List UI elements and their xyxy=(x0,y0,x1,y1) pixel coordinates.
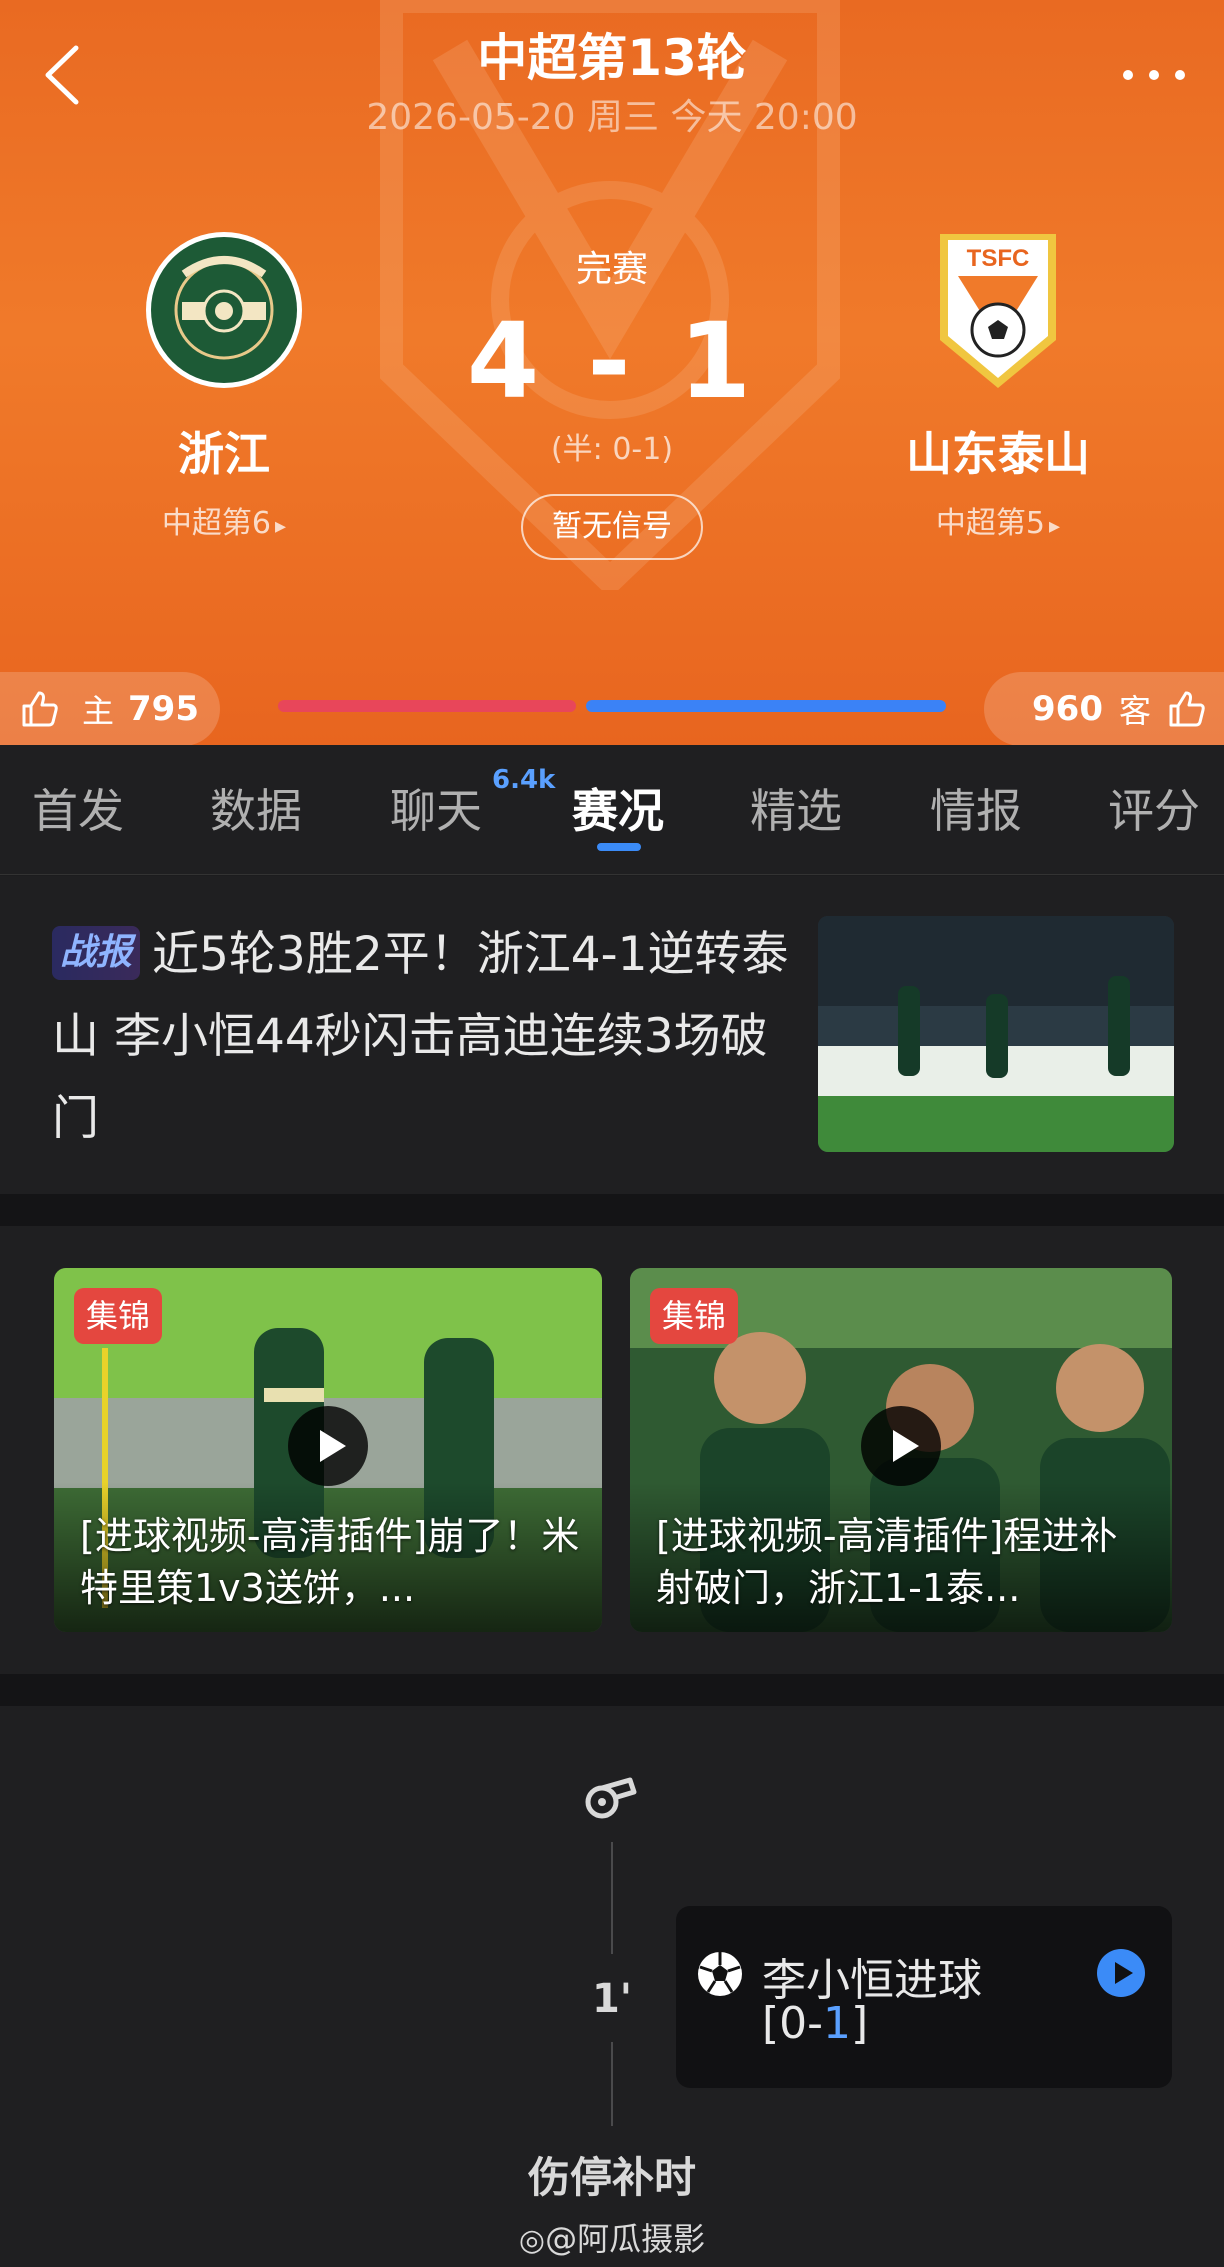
video-card[interactable]: 集锦 [进球视频-高清插件]崩了！米特里策1v3送饼，... xyxy=(54,1268,602,1632)
weibo-icon: ◎ xyxy=(518,2223,546,2258)
tab-intel[interactable]: 情报 xyxy=(930,775,1022,841)
away-team-rank-label: 中超第5 xyxy=(935,506,1046,541)
video-title: [进球视频-高清插件]崩了！米特里策1v3送饼，... xyxy=(80,1514,580,1610)
away-vote-button[interactable]: 960 客 xyxy=(984,672,1224,745)
timeline-line xyxy=(611,1842,613,1954)
thumbs-up-icon xyxy=(1169,691,1205,727)
goal-event-score: [0-1] xyxy=(762,1998,868,2049)
section-divider xyxy=(0,1674,1224,1706)
goal-event-card[interactable]: 李小恒进球 [0-1] xyxy=(676,1906,1172,2088)
event-minute: 1' xyxy=(591,1976,633,2022)
highlight-tag: 集锦 xyxy=(650,1288,739,1344)
thumbs-up-icon xyxy=(22,691,58,727)
match-round-title: 中超第13轮 xyxy=(477,29,747,87)
match-header: 中超第13轮 2026-05-20 周三 今天 20:00 浙江 中超第6 ▸ 完… xyxy=(0,0,1224,745)
tab-ratings[interactable]: 评分 xyxy=(1108,775,1200,841)
match-report-card[interactable]: 战报 近5轮3胜2平！浙江4-1逆转泰山 李小恒44秒闪击高迪连续3场破门 xyxy=(0,876,1224,1194)
watermark-text: @阿瓜摄影 xyxy=(545,2220,706,2258)
home-vote-label: 主 xyxy=(82,692,115,730)
match-timeline: 1' 李小恒进球 [0-1] 伤停补时 ◎@阿瓜摄影 xyxy=(0,1706,1224,2267)
chevron-right-icon: ▸ xyxy=(1049,514,1061,539)
soccer-ball-icon xyxy=(698,1952,742,1996)
svg-text:TSFC: TSFC xyxy=(967,245,1030,272)
goal-score-highlight: 1 xyxy=(823,1998,852,2049)
no-signal-button[interactable]: 暂无信号 xyxy=(521,494,703,560)
tab-live[interactable]: 赛况 xyxy=(572,775,664,841)
chevron-right-icon: ▸ xyxy=(275,514,287,539)
away-vote-count: 960 xyxy=(1032,689,1103,729)
away-team[interactable]: TSFC 山东泰山 中超第5 ▸ xyxy=(848,230,1148,542)
tab-chat[interactable]: 聊天 xyxy=(390,775,482,841)
play-circle-icon[interactable] xyxy=(1096,1948,1146,1998)
home-team-rank-label: 中超第6 xyxy=(161,506,272,541)
video-card[interactable]: 集锦 [进球视频-高清插件]程进补射破门，浙江1-1泰... xyxy=(630,1268,1172,1632)
news-headline: 近5轮3胜2平！浙江4-1逆转泰山 李小恒44秒闪击高迪连续3场破门 xyxy=(52,927,789,1146)
tsfc-logo-icon: TSFC xyxy=(940,234,1056,388)
play-icon[interactable] xyxy=(861,1406,941,1486)
match-datetime: 2026-05-20 周三 今天 20:00 xyxy=(366,97,858,138)
section-divider xyxy=(0,1194,1224,1226)
away-vote-label: 客 xyxy=(1118,692,1151,730)
play-icon[interactable] xyxy=(288,1406,368,1486)
tab-stats[interactable]: 数据 xyxy=(210,775,302,841)
tab-lineup[interactable]: 首发 xyxy=(32,775,124,841)
tab-bar: 首发 数据 聊天 6.4k 赛况 精选 情报 评分 xyxy=(0,745,1224,875)
chat-count-badge: 6.4k xyxy=(492,765,556,795)
goal-score-suffix: ] xyxy=(851,1998,869,2049)
away-vote-bar xyxy=(586,700,946,712)
away-team-name: 山东泰山 xyxy=(906,427,1090,481)
stoppage-time-label: 伤停补时 xyxy=(527,2153,696,2202)
home-vote-button[interactable]: 主 795 xyxy=(0,672,220,745)
highlight-tag: 集锦 xyxy=(74,1288,163,1344)
home-vote-bar xyxy=(278,700,576,712)
timeline-line xyxy=(611,2042,613,2126)
away-team-rank[interactable]: 中超第5 ▸ xyxy=(848,498,1148,542)
news-thumbnail-image xyxy=(818,916,1174,1152)
video-title: [进球视频-高清插件]程进补射破门，浙江1-1泰... xyxy=(656,1514,1118,1610)
home-team-rank[interactable]: 中超第6 ▸ xyxy=(74,498,374,542)
news-headline-block: 战报 近5轮3胜2平！浙江4-1逆转泰山 李小恒44秒闪击高迪连续3场破门 xyxy=(52,914,792,1160)
video-highlights-section: 集锦 [进球视频-高清插件]崩了！米特里策1v3送饼，... 集锦 [进球视频-… xyxy=(0,1226,1224,1674)
weibo-watermark: ◎@阿瓜摄影 xyxy=(0,2214,1224,2260)
goal-score-prefix: [0- xyxy=(762,1998,824,2049)
active-tab-indicator xyxy=(597,843,641,851)
home-vote-count: 795 xyxy=(128,689,199,729)
tab-highlights[interactable]: 精选 xyxy=(750,775,842,841)
report-tag: 战报 xyxy=(52,926,141,980)
whistle-icon xyxy=(585,1777,637,1819)
